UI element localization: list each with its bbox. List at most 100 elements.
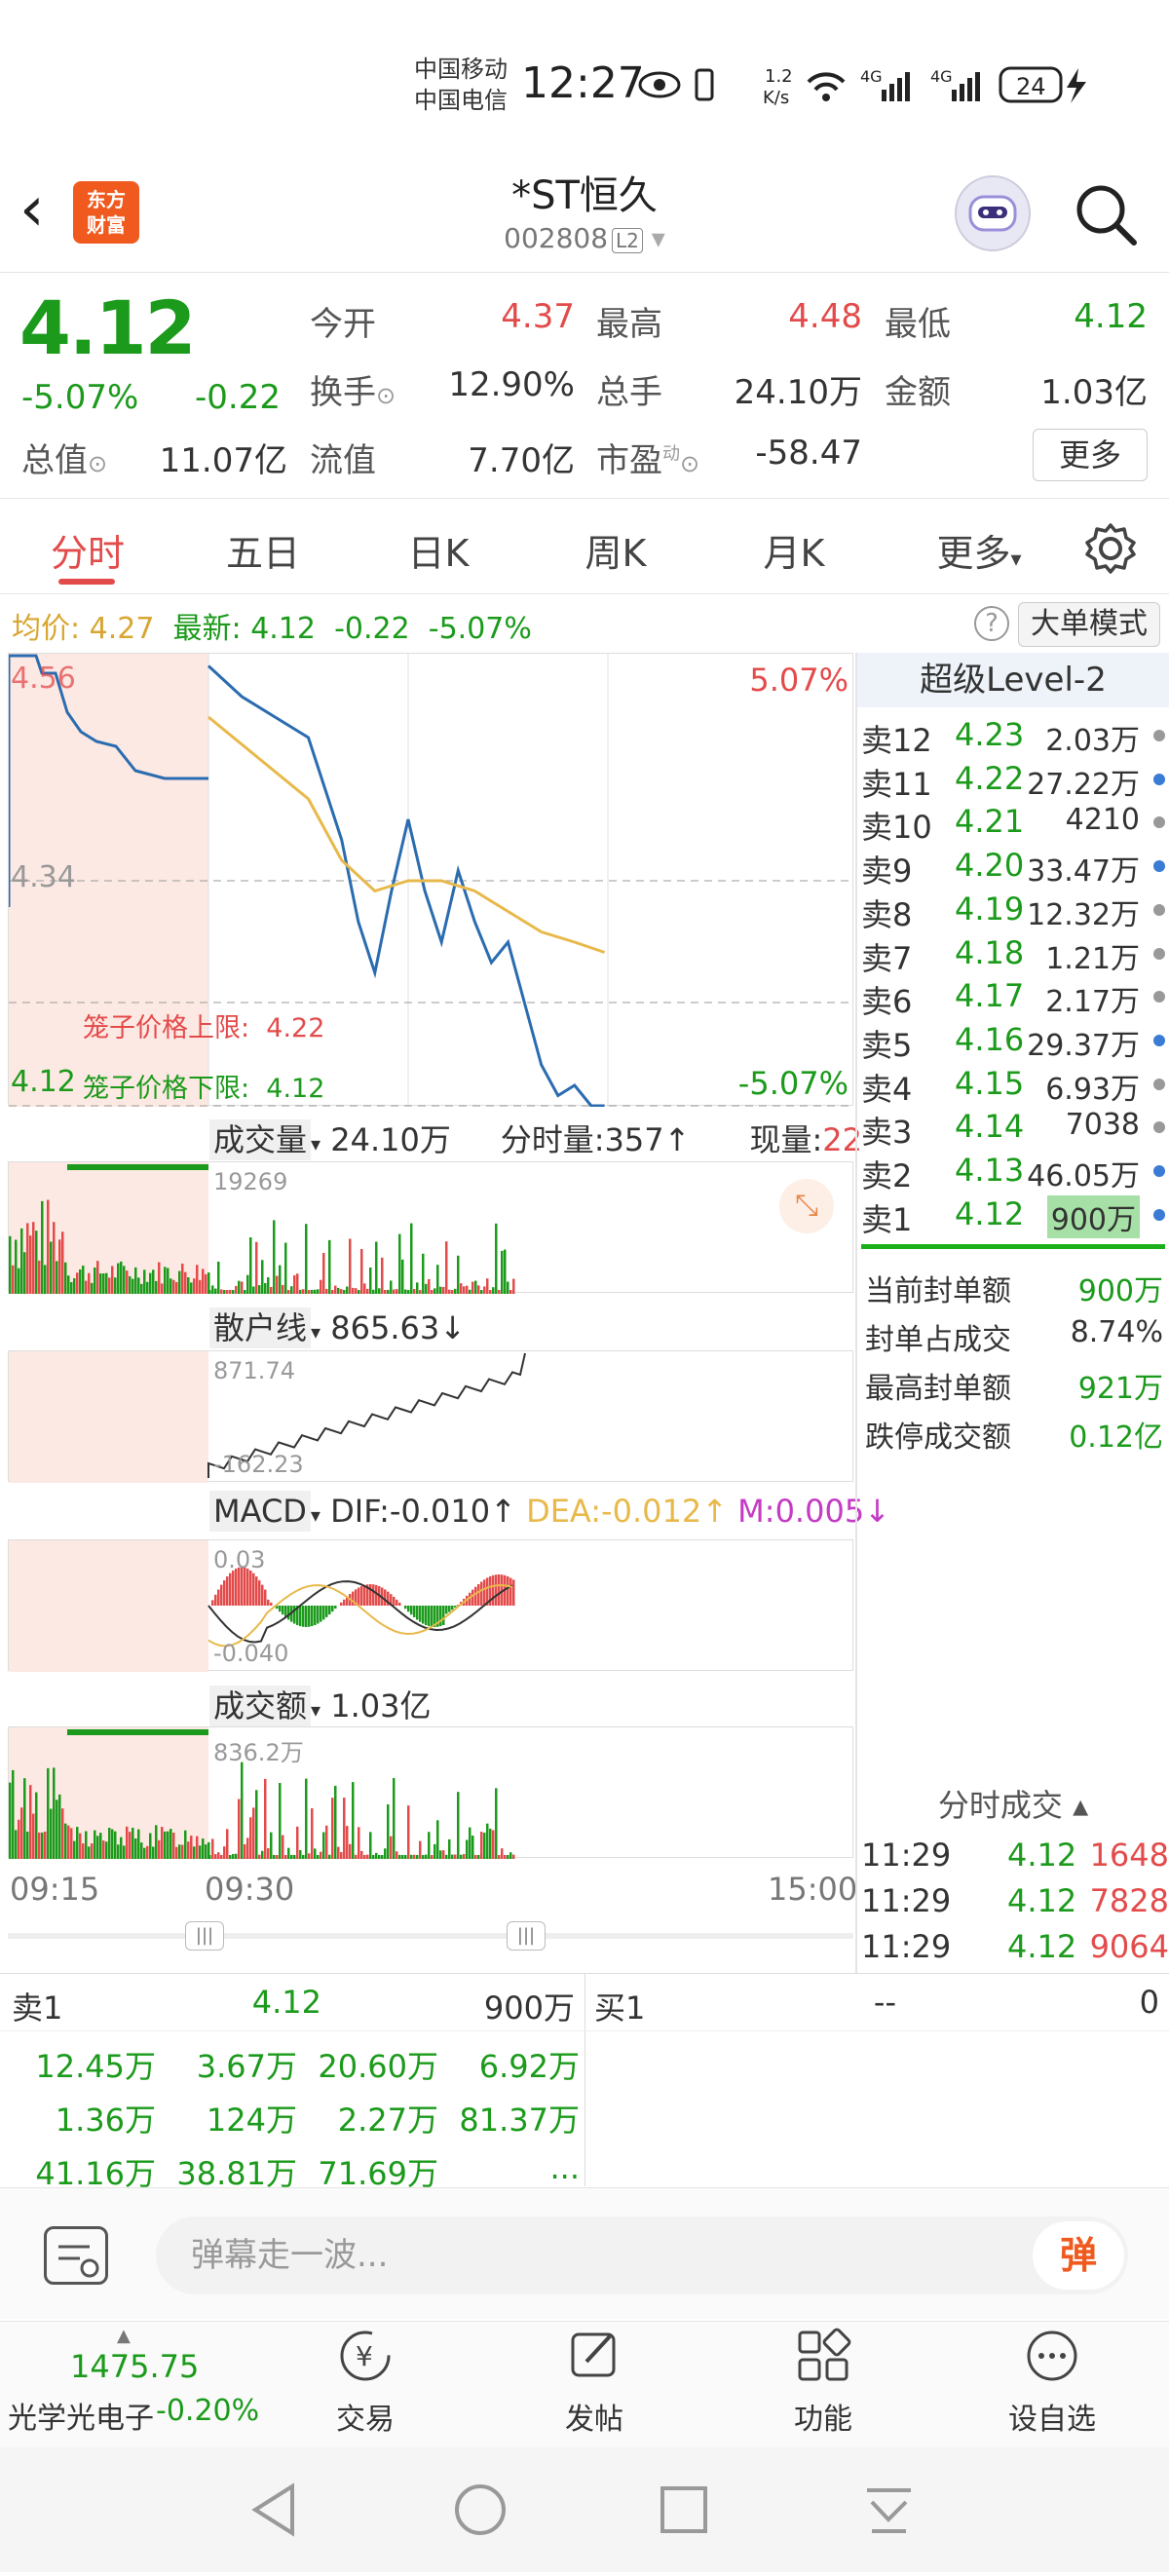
volume-bar — [422, 1855, 425, 1859]
nav-add-watchlist[interactable]: 设自选 — [964, 2327, 1140, 2438]
ask-row[interactable]: 卖12 4.23 2.03万 — [857, 716, 1169, 759]
help-icon[interactable]: ? — [974, 606, 1009, 641]
trade-time: 11:29 — [861, 1882, 951, 1919]
danmu-settings-icon[interactable] — [44, 2226, 108, 2285]
retail-line-svg — [9, 1351, 854, 1483]
volume-bar — [349, 1844, 352, 1859]
volume-bar — [480, 1290, 483, 1294]
trade-row: 11:29 4.12 9064 — [861, 1928, 1169, 1975]
ask-row[interactable]: 卖4 4.15 6.93万 — [857, 1065, 1169, 1108]
tab-intraday[interactable]: 分时 — [19, 523, 156, 577]
volume-bar — [416, 1855, 419, 1859]
volume-bar — [279, 1783, 282, 1859]
volume-bar — [498, 1855, 501, 1859]
turnover-label[interactable]: 换手⊙ — [310, 365, 396, 413]
volume-bar — [387, 1804, 390, 1859]
volume-bar — [276, 1855, 279, 1859]
queue-order-cell: 2.27万 — [302, 2096, 438, 2140]
tab-daily-k[interactable]: 日K — [370, 523, 507, 577]
info-icon: ⊙ — [376, 382, 396, 409]
volume-bar — [114, 1832, 117, 1859]
gear-icon[interactable] — [1083, 521, 1138, 580]
buy1-label: 买1 — [594, 1984, 645, 2028]
volume-bar — [483, 1833, 486, 1859]
volume-bar — [120, 1837, 123, 1859]
time-start: 09:15 — [10, 1871, 99, 1908]
range-handle-right[interactable]: ||| — [507, 1921, 546, 1951]
retail-panel-header[interactable]: 散户线▾ 865.63↓ — [209, 1304, 466, 1348]
nav-trade[interactable]: ¥ 交易 — [278, 2327, 453, 2438]
sector-index-card[interactable]: ▲ 1475.75 光学光电子 -0.20% — [0, 2324, 253, 2445]
ask-row[interactable]: 卖9 4.20 33.47万 — [857, 847, 1169, 890]
ask-row[interactable]: 卖7 4.18 1.21万 — [857, 934, 1169, 977]
tab-more[interactable]: 更多▾ — [916, 523, 1042, 577]
volume-bar — [358, 1827, 360, 1859]
volume-bar — [489, 1829, 492, 1859]
volume-bar — [244, 1290, 246, 1294]
tab-5day[interactable]: 五日 — [195, 523, 331, 577]
tab-weekly-k[interactable]: 周K — [547, 523, 684, 577]
ask-row[interactable]: 卖10 4.21 4210 — [857, 803, 1169, 846]
ask-row[interactable]: 卖8 4.19 12.32万 — [857, 890, 1169, 933]
volume-bar — [425, 1855, 428, 1859]
macd-bar — [396, 1600, 398, 1606]
volume-panel-header[interactable]: 成交量▾ 24.10万 分时量:357↑ 现量:22 — [209, 1116, 862, 1160]
macd-panel-header[interactable]: MACD▾ DIF:-0.010↑ DEA:-0.012↑ M:0.005↓ — [209, 1493, 890, 1530]
macd-bar — [322, 1606, 325, 1619]
macd-bar — [410, 1606, 413, 1614]
ask-row[interactable]: 卖6 4.17 2.17万 — [857, 977, 1169, 1020]
big-order-mode-button[interactable]: 大单模式 — [1018, 602, 1160, 647]
volume-bar — [15, 1830, 18, 1859]
volume-bar — [38, 1261, 41, 1294]
high-label: 最高 — [596, 297, 662, 345]
ask-row[interactable]: 卖5 4.16 29.37万 — [857, 1021, 1169, 1064]
volume-bar — [477, 1285, 480, 1294]
volume-bar — [331, 1290, 334, 1294]
battery-level: 24 — [1016, 73, 1046, 100]
more-button[interactable]: 更多 — [1033, 429, 1148, 481]
ask-row[interactable]: 卖3 4.14 7038 — [857, 1108, 1169, 1151]
expand-icon[interactable]: ⤡ — [779, 1179, 834, 1233]
mktcap-label[interactable]: 总值⊙ — [21, 434, 107, 481]
macd-bar — [223, 1580, 226, 1606]
ask-row[interactable]: 卖11 4.22 27.22万 — [857, 760, 1169, 803]
ask-row[interactable]: 卖2 4.13 46.05万 — [857, 1152, 1169, 1194]
tab-monthly-k[interactable]: 月K — [726, 523, 862, 577]
volume-bar — [492, 1287, 495, 1294]
volume-bar — [117, 1264, 120, 1294]
svg-text:¥: ¥ — [356, 2340, 373, 2372]
level2-title[interactable]: 超级Level-2 — [857, 653, 1169, 707]
volume-bar — [501, 1848, 504, 1859]
danmu-input[interactable]: 弹幕走一波... — [156, 2216, 1128, 2294]
pe-label[interactable]: 市盈动⊙ — [596, 434, 699, 481]
volume-bar — [91, 1283, 94, 1294]
intraday-chart[interactable]: 4.56 4.34 4.12 5.07% -5.07% 笼子价格上限: 4.22… — [8, 653, 853, 1106]
volume-bar — [460, 1283, 463, 1294]
amount-panel-header[interactable]: 成交额▾ 1.03亿 — [209, 1682, 432, 1726]
danmu-send-button[interactable]: 弹 — [1033, 2221, 1124, 2290]
trades-title[interactable]: 分时成交 ▴ — [857, 1781, 1169, 1826]
volume-bar — [184, 1831, 187, 1859]
macd-bar — [246, 1569, 249, 1606]
robot-avatar-icon[interactable] — [955, 175, 1031, 251]
volume-bar — [282, 1836, 284, 1859]
volume-bar — [439, 1850, 442, 1859]
seal-stat-row: 最高封单额921万 — [865, 1364, 1169, 1413]
volume-bar — [401, 1855, 404, 1859]
volume-bar — [273, 1220, 276, 1294]
nav-functions[interactable]: 功能 — [735, 2327, 911, 2438]
macd-bar — [287, 1606, 290, 1619]
volume-bar — [229, 1290, 232, 1294]
ask-row[interactable]: 卖1 4.12 900万 — [857, 1195, 1169, 1238]
nav-post[interactable]: 发帖 — [507, 2327, 682, 2438]
ask-bottom-bar — [861, 1244, 1165, 1249]
volume-bar — [471, 1836, 474, 1859]
volume-bar — [448, 1290, 451, 1294]
ask-volume: 7038 — [1066, 1108, 1140, 1142]
range-handle-left[interactable]: ||| — [185, 1921, 224, 1951]
volume-bar — [498, 1290, 501, 1294]
search-icon[interactable] — [1072, 180, 1140, 248]
macd-bar — [512, 1579, 515, 1606]
volume-bar — [199, 1280, 202, 1294]
retail-bottom: -162.23 — [213, 1451, 304, 1478]
